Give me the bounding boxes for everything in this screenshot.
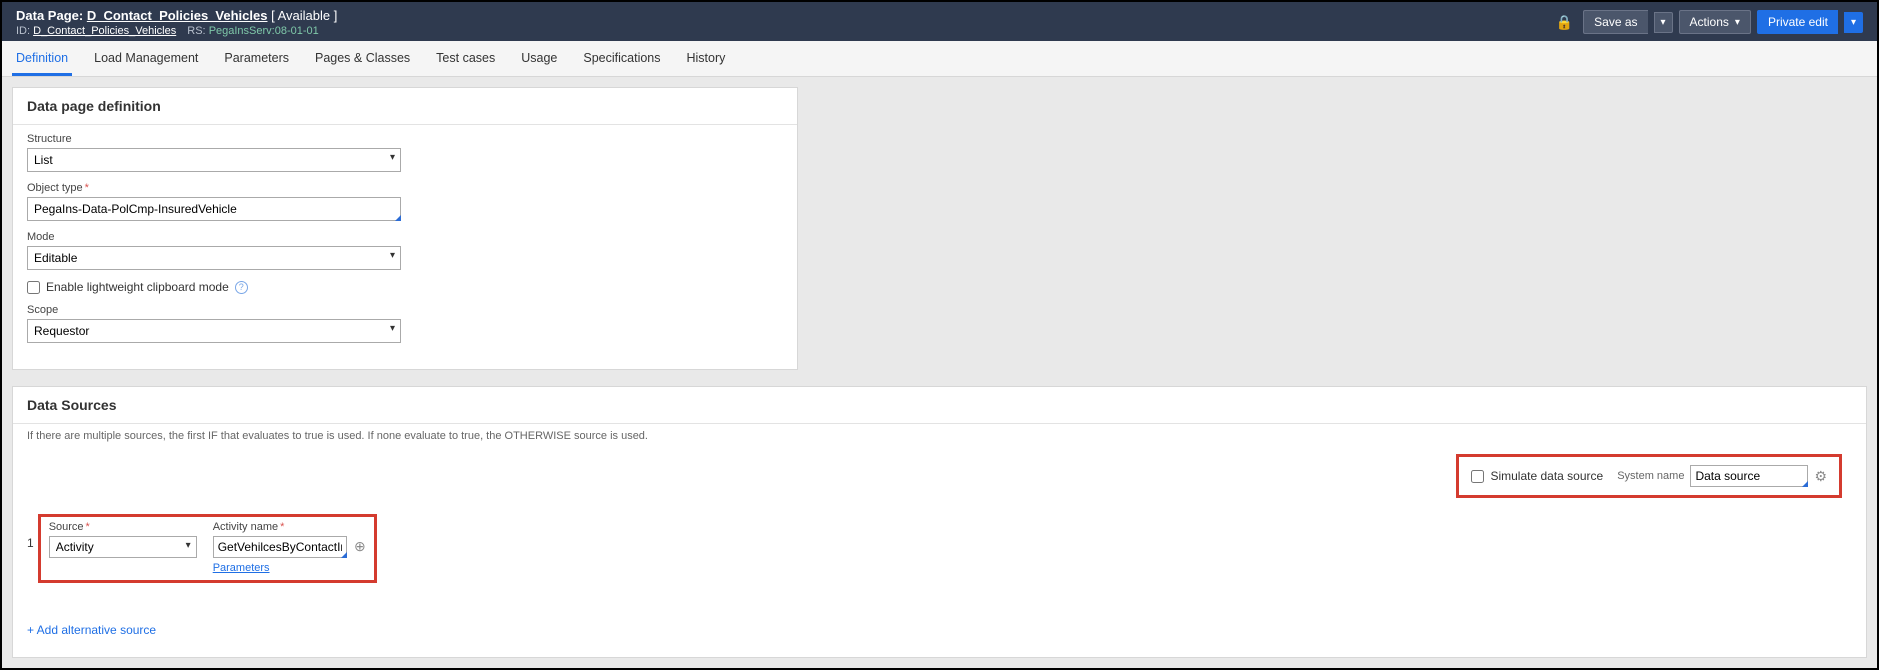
- tab-load-management[interactable]: Load Management: [90, 41, 202, 76]
- source-select[interactable]: Activity: [49, 536, 197, 558]
- crosshair-icon[interactable]: ⊕: [354, 538, 366, 554]
- id-value-link[interactable]: D_Contact_Policies_Vehicles: [33, 25, 176, 37]
- tab-test-cases[interactable]: Test cases: [432, 41, 499, 76]
- actions-button[interactable]: Actions: [1679, 10, 1751, 34]
- rs-value: PegaInsServ:08-01-01: [209, 25, 319, 37]
- parameters-link[interactable]: Parameters: [213, 562, 366, 574]
- object-type-label: Object type: [27, 182, 783, 194]
- system-name-label: System name: [1617, 470, 1684, 482]
- id-label: ID:: [16, 25, 30, 37]
- lightweight-label: Enable lightweight clipboard mode: [46, 280, 229, 294]
- definition-panel: Data page definition Structure List Obje…: [12, 87, 798, 370]
- private-edit-button[interactable]: Private edit: [1757, 10, 1838, 34]
- activity-name-input[interactable]: [213, 536, 347, 558]
- rs-label: RS:: [187, 25, 205, 37]
- mode-select[interactable]: Editable: [27, 246, 401, 270]
- rule-status: [ Available ]: [271, 8, 337, 23]
- tab-bar: Definition Load Management Parameters Pa…: [2, 41, 1877, 77]
- save-as-dropdown[interactable]: [1654, 12, 1673, 33]
- row-index: 1: [27, 514, 34, 550]
- simulate-label: Simulate data source: [1490, 469, 1603, 483]
- simulate-box: Simulate data source System name ⚙: [1456, 454, 1842, 498]
- tab-history[interactable]: History: [683, 41, 730, 76]
- private-edit-dropdown[interactable]: [1844, 12, 1863, 33]
- data-sources-panel: Data Sources If there are multiple sourc…: [12, 386, 1867, 658]
- structure-select[interactable]: List: [27, 148, 401, 172]
- tab-usage[interactable]: Usage: [517, 41, 561, 76]
- rule-header: Data Page: D_Contact_Policies_Vehicles […: [2, 2, 1877, 41]
- object-type-input[interactable]: [27, 197, 401, 221]
- system-name-input[interactable]: [1690, 465, 1808, 487]
- scope-label: Scope: [27, 304, 783, 316]
- rule-type-label: Data Page:: [16, 8, 83, 23]
- definition-panel-title: Data page definition: [13, 88, 797, 125]
- save-as-button[interactable]: Save as: [1583, 10, 1647, 34]
- help-icon[interactable]: ?: [235, 281, 248, 294]
- add-alternative-source-link[interactable]: + Add alternative source: [27, 623, 156, 637]
- gear-icon[interactable]: ⚙: [1814, 468, 1827, 485]
- mode-label: Mode: [27, 231, 783, 243]
- lightweight-checkbox[interactable]: [27, 281, 40, 294]
- lock-icon: 🔒: [1556, 14, 1573, 31]
- tab-definition[interactable]: Definition: [12, 41, 72, 76]
- tab-parameters[interactable]: Parameters: [220, 41, 293, 76]
- scope-select[interactable]: Requestor: [27, 319, 401, 343]
- structure-label: Structure: [27, 133, 783, 145]
- activity-name-label: Activity name: [213, 521, 366, 533]
- source-row-box: Source Activity Activity name: [38, 514, 377, 583]
- rule-name-link[interactable]: D_Contact_Policies_Vehicles: [87, 8, 268, 23]
- source-label: Source: [49, 521, 197, 533]
- tab-specifications[interactable]: Specifications: [579, 41, 664, 76]
- tab-pages-classes[interactable]: Pages & Classes: [311, 41, 414, 76]
- simulate-checkbox[interactable]: [1471, 470, 1484, 483]
- data-sources-title: Data Sources: [13, 387, 1866, 424]
- data-sources-hint: If there are multiple sources, the first…: [13, 424, 1866, 448]
